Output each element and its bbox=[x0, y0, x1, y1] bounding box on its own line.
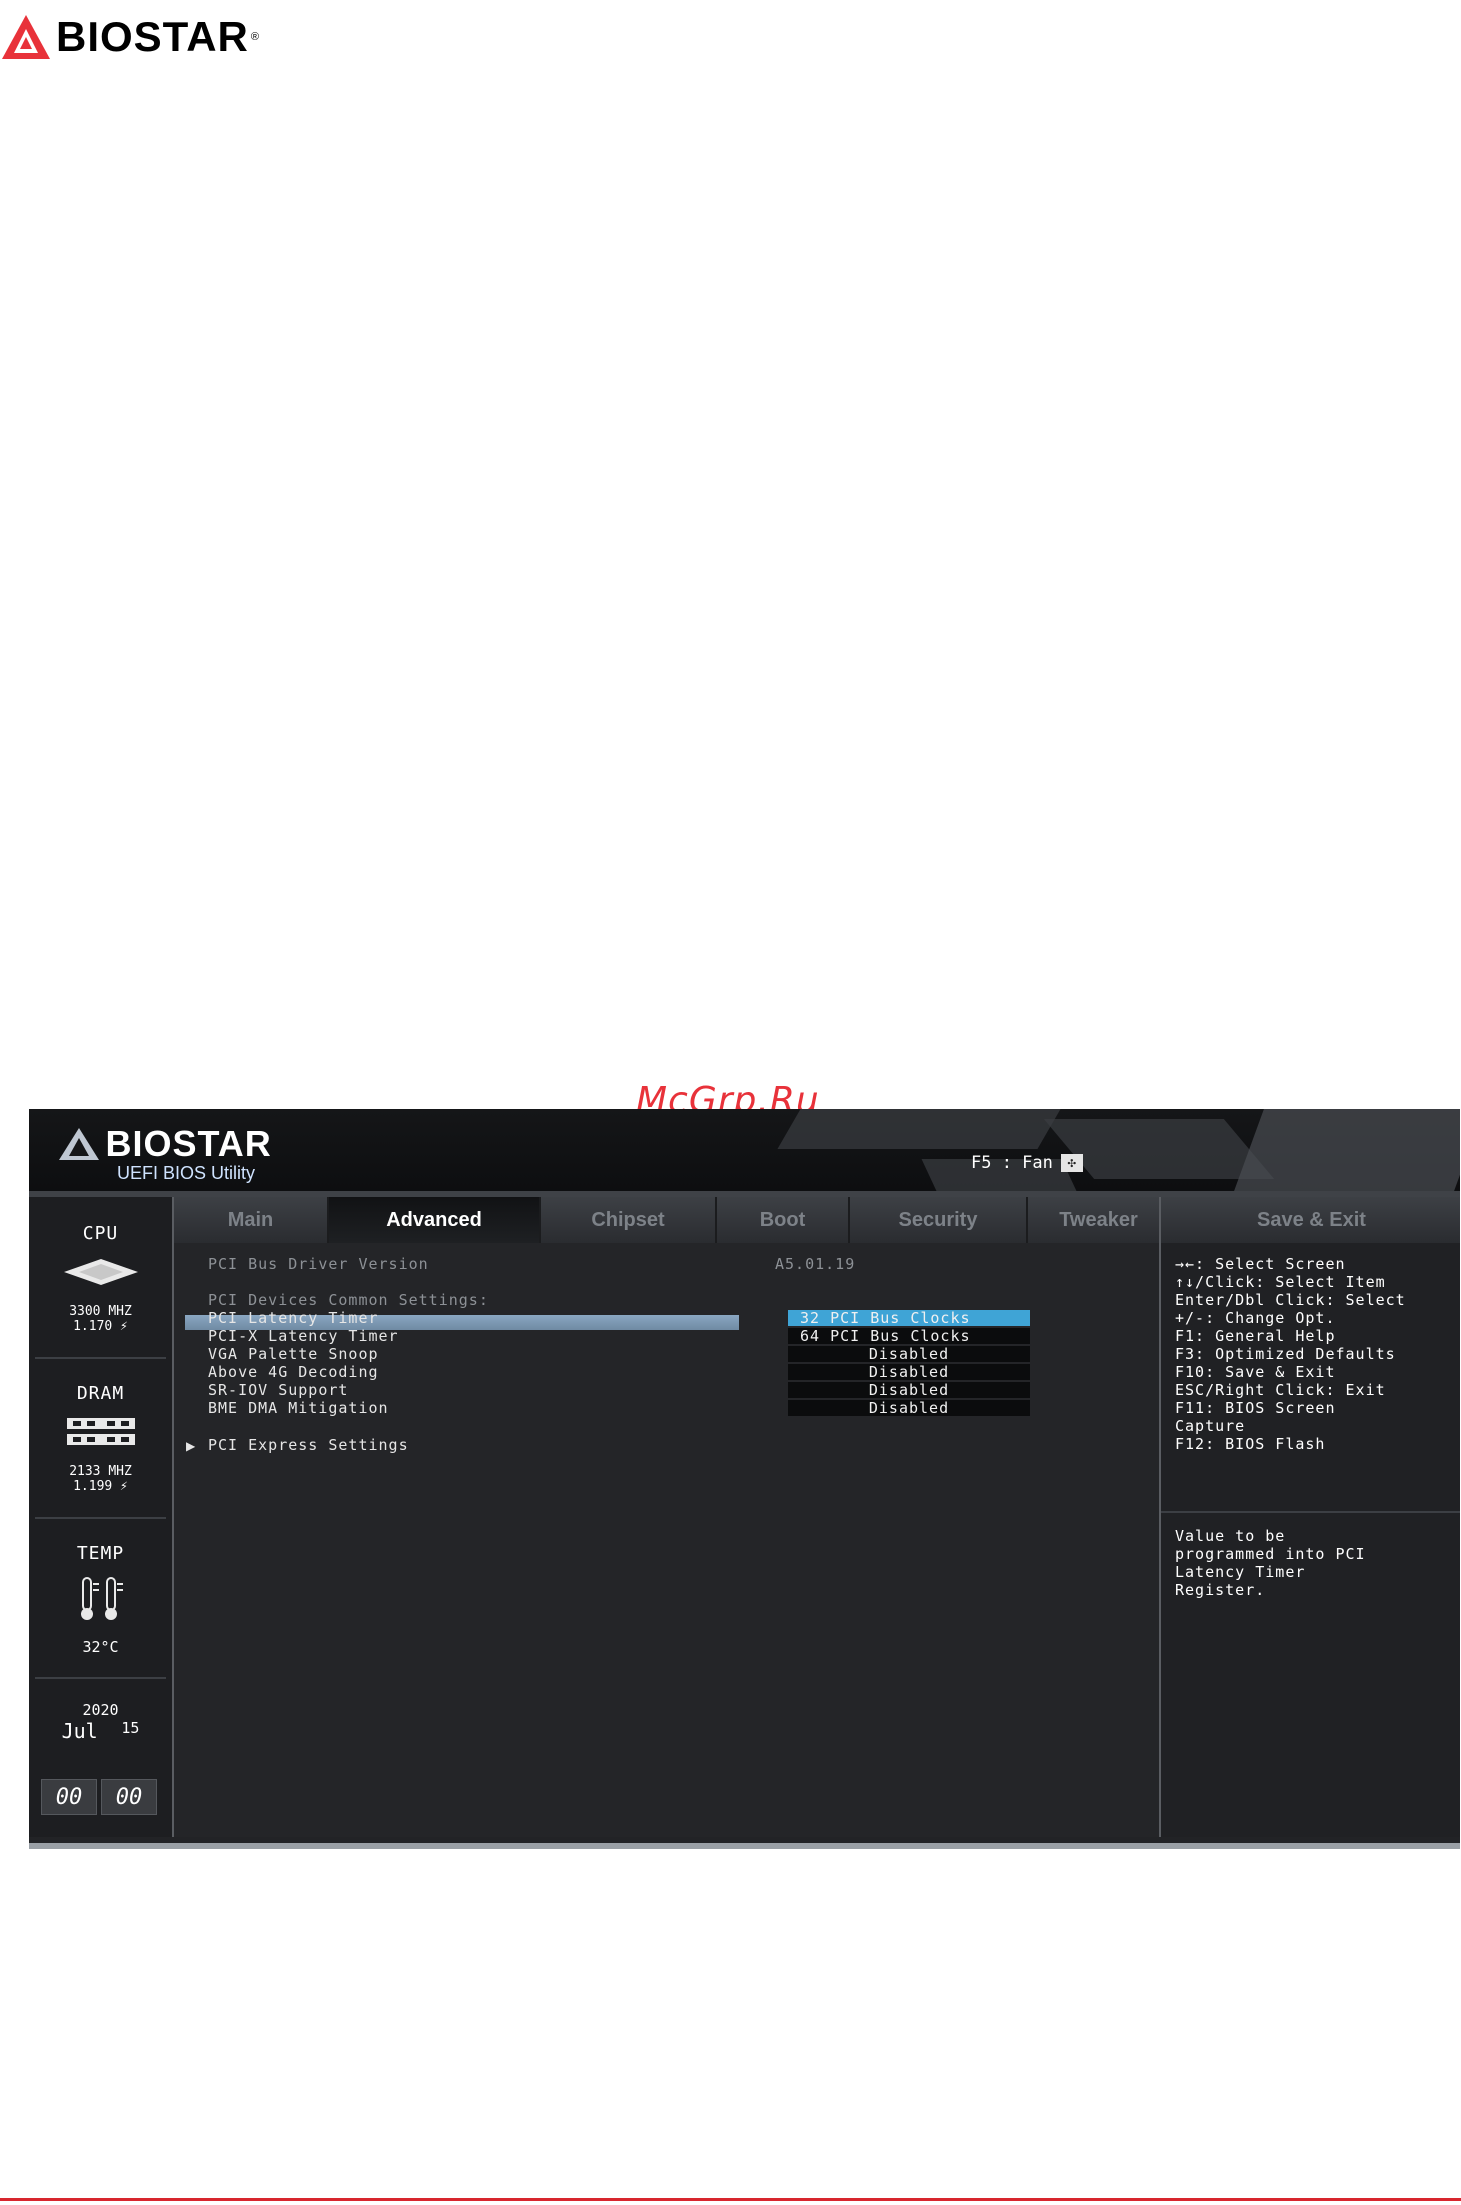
help-key-line: F12: BIOS Flash bbox=[1175, 1435, 1326, 1453]
value-vga-palette-snoop[interactable]: Disabled bbox=[788, 1346, 1030, 1362]
driver-version-value: A5.01.19 bbox=[775, 1255, 856, 1273]
setting-pci-latency-timer[interactable]: PCI Latency Timer bbox=[208, 1309, 379, 1327]
sidebar-divider bbox=[35, 1677, 166, 1679]
setting-above-4g-decoding[interactable]: Above 4G Decoding bbox=[208, 1363, 379, 1381]
value-pci-latency-timer[interactable]: 32 PCI Bus Clocks bbox=[788, 1310, 1030, 1326]
sidebar-divider bbox=[35, 1357, 166, 1359]
dram-frequency: 2133 MHZ bbox=[69, 1464, 132, 1479]
clock: 00 00 bbox=[41, 1779, 157, 1815]
tab-tweaker[interactable]: Tweaker bbox=[1028, 1197, 1171, 1243]
page-brand-name: BIOSTAR bbox=[56, 13, 249, 60]
help-key-line: F11: BIOS Screen bbox=[1175, 1399, 1336, 1417]
temp-title: TEMP bbox=[76, 1543, 125, 1564]
date-section: 2020 Jul 15 bbox=[29, 1701, 172, 1743]
setting-bme-dma-mitigation[interactable]: BME DMA Mitigation bbox=[208, 1399, 389, 1417]
setting-sr-iov-support[interactable]: SR-IOV Support bbox=[208, 1381, 348, 1399]
value-sr-iov-support[interactable]: Disabled bbox=[788, 1382, 1030, 1398]
help-description-line: programmed into PCI bbox=[1175, 1545, 1366, 1563]
dram-module-icon bbox=[66, 1418, 135, 1445]
page-bottom-rule bbox=[0, 2198, 1461, 2201]
tab-advanced[interactable]: Advanced bbox=[329, 1197, 541, 1243]
temperature-value: 32°C bbox=[82, 1638, 119, 1656]
registered-mark-icon: ® bbox=[250, 31, 259, 43]
help-panel: Save & Exit →←: Select Screen ↑↓/Click: … bbox=[1159, 1197, 1460, 1837]
submenu-arrow-icon: ▶ bbox=[186, 1439, 196, 1453]
page-brand-logo: BIOSTAR ® bbox=[0, 8, 259, 66]
settings-panel: PCI Bus Driver Version A5.01.19 PCI Devi… bbox=[174, 1243, 1159, 1837]
temp-section: TEMP 32°C bbox=[29, 1543, 172, 1655]
date-day: 15 bbox=[121, 1719, 140, 1737]
tab-boot[interactable]: Boot bbox=[717, 1197, 850, 1243]
help-description-line: Latency Timer bbox=[1175, 1563, 1306, 1581]
fan-hotkey-label: F5 : Fan bbox=[971, 1153, 1053, 1173]
dram-section: DRAM 2133 MHZ 1.199 ⚡ bbox=[29, 1383, 172, 1494]
help-description-line: Value to be bbox=[1175, 1527, 1286, 1545]
sidebar-divider bbox=[35, 1517, 166, 1519]
value-bme-dma-mitigation[interactable]: Disabled bbox=[788, 1400, 1030, 1416]
cpu-title: CPU bbox=[82, 1223, 119, 1244]
help-description-line: Register. bbox=[1175, 1581, 1266, 1599]
help-key-line: F1: General Help bbox=[1175, 1327, 1336, 1345]
setting-pcix-latency-timer[interactable]: PCI-X Latency Timer bbox=[208, 1327, 399, 1345]
clock-minutes: 00 bbox=[101, 1779, 157, 1815]
biostar-triangle-icon bbox=[2, 15, 50, 59]
value-pcix-latency-timer[interactable]: 64 PCI Bus Clocks bbox=[788, 1328, 1030, 1344]
bios-logo: BIOSTAR UEFI BIOS Utility bbox=[57, 1123, 272, 1184]
fan-icon: ✣ bbox=[1060, 1154, 1083, 1172]
tab-security[interactable]: Security bbox=[850, 1197, 1028, 1243]
driver-version-label: PCI Bus Driver Version bbox=[208, 1255, 429, 1273]
setting-vga-palette-snoop[interactable]: VGA Palette Snoop bbox=[208, 1345, 379, 1363]
cpu-frequency: 3300 MHZ bbox=[69, 1304, 132, 1319]
help-key-line: ↑↓/Click: Select Item bbox=[1175, 1273, 1386, 1291]
help-key-line: F10: Save & Exit bbox=[1175, 1363, 1336, 1381]
bios-screen: BIOSTAR UEFI BIOS Utility F5 : Fan ✣ CPU… bbox=[29, 1109, 1460, 1849]
bios-subtitle: UEFI BIOS Utility bbox=[117, 1163, 256, 1183]
bios-header: BIOSTAR UEFI BIOS Utility F5 : Fan ✣ bbox=[29, 1109, 1460, 1191]
hardware-monitor-sidebar: CPU 3300 MHZ 1.170 ⚡ DRAM 2133 MHZ 1.199… bbox=[29, 1197, 174, 1837]
help-key-line: Capture bbox=[1175, 1417, 1246, 1435]
tab-save-exit[interactable]: Save & Exit bbox=[1161, 1197, 1460, 1243]
cpu-voltage: 1.170 ⚡ bbox=[73, 1319, 128, 1334]
tab-main[interactable]: Main bbox=[174, 1197, 329, 1243]
tab-chipset[interactable]: Chipset bbox=[541, 1197, 717, 1243]
biostar-triangle-icon bbox=[59, 1128, 99, 1160]
dram-title: DRAM bbox=[76, 1383, 125, 1404]
submenu-pci-express-settings[interactable]: PCI Express Settings bbox=[208, 1436, 409, 1454]
help-key-line: Enter/Dbl Click: Select bbox=[1175, 1291, 1406, 1309]
cpu-section: CPU 3300 MHZ 1.170 ⚡ bbox=[29, 1223, 172, 1334]
clock-hours: 00 bbox=[41, 1779, 97, 1815]
help-key-line: F3: Optimized Defaults bbox=[1175, 1345, 1396, 1363]
date-year: 2020 bbox=[82, 1701, 119, 1719]
thermometer-icon bbox=[80, 1577, 123, 1620]
bios-brand: BIOSTAR bbox=[105, 1123, 272, 1164]
common-settings-heading: PCI Devices Common Settings: bbox=[208, 1291, 489, 1309]
help-separator bbox=[1161, 1511, 1460, 1513]
help-key-line: +/-: Change Opt. bbox=[1175, 1309, 1336, 1327]
value-above-4g-decoding[interactable]: Disabled bbox=[788, 1364, 1030, 1380]
date-month: Jul bbox=[61, 1719, 98, 1743]
help-key-line: ESC/Right Click: Exit bbox=[1175, 1381, 1386, 1399]
dram-voltage: 1.199 ⚡ bbox=[73, 1479, 128, 1494]
help-key-line: →←: Select Screen bbox=[1175, 1255, 1346, 1273]
cpu-chip-icon bbox=[63, 1259, 138, 1285]
fan-control-hotkey[interactable]: F5 : Fan ✣ bbox=[971, 1153, 1083, 1173]
